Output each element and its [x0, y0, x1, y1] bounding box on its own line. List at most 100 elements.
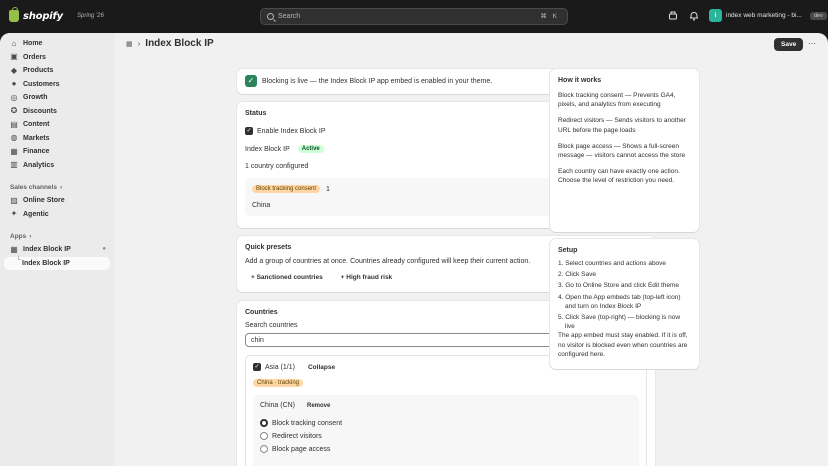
- checkbox-checked-icon: ✓: [245, 127, 253, 135]
- region-checkbox-icon[interactable]: ✓: [253, 363, 261, 371]
- chevron-right-icon: ›: [59, 183, 63, 191]
- sidebar-item-index-block-ip[interactable]: ▦ Index Block IP ●: [0, 243, 114, 257]
- sidebar-item-analytics[interactable]: ▥ Analytics: [0, 159, 114, 173]
- store-name: index web marketing - bi...: [726, 12, 802, 19]
- analytics-icon: ▥: [10, 160, 18, 170]
- sidebar: ⌂ Home ▣ Orders ◆ Products ● Customers ◎ Grow…: [0, 33, 114, 466]
- info-paragraph: Block page access — Shows a full-screen …: [558, 142, 686, 160]
- sanctioned-countries-button[interactable]: + Sanctioned countries: [251, 274, 323, 281]
- apps-heading[interactable]: Apps ›: [0, 229, 114, 243]
- sidebar-item-label: Products: [23, 67, 54, 75]
- action-option-block-page[interactable]: Block page access: [260, 445, 632, 453]
- sidebar-subitem-index-block-ip[interactable]: └ Index Block IP: [4, 256, 110, 270]
- remove-button[interactable]: Remove: [307, 403, 330, 409]
- sidebar-item-products[interactable]: ◆ Products: [0, 64, 114, 78]
- country-row: China (CN) Remove Block tracking consent…: [253, 395, 639, 466]
- radio-icon: [260, 445, 268, 453]
- sidebar-item-label: Orders: [23, 53, 46, 61]
- markets-icon: ◍: [10, 133, 18, 143]
- page-title: Index Block IP: [145, 38, 214, 49]
- sales-channels-heading[interactable]: Sales channels ›: [0, 180, 114, 194]
- collapse-button[interactable]: Collapse: [308, 364, 335, 371]
- store-avatar: i: [709, 9, 722, 22]
- env-badge: dev: [809, 11, 827, 20]
- sidebar-item-label: Online Store: [23, 197, 65, 205]
- option-label: Redirect visitors: [272, 432, 322, 440]
- save-button[interactable]: Save: [774, 38, 804, 51]
- banner-text: Blocking is live — the Index Block IP ap…: [262, 77, 493, 85]
- app-icon: ▦: [10, 244, 18, 254]
- sidebar-item-label: Finance: [23, 148, 50, 156]
- sidebar-item-label: Markets: [23, 134, 50, 142]
- info-paragraph: Redirect visitors — Sends visitors to an…: [558, 117, 686, 134]
- more-actions-icon[interactable]: ⋯: [808, 39, 816, 48]
- sidebar-item-label: Index Block IP: [22, 259, 70, 267]
- sidebar-item-growth[interactable]: ◎ Growth: [0, 91, 114, 105]
- finance-icon: ▦: [10, 146, 18, 156]
- admin-shell: ⌂ Home ▣ Orders ◆ Products ● Customers ◎ Grow…: [0, 33, 828, 466]
- setup-step: 2. Click Save: [558, 271, 596, 279]
- setup-note: The app embed must stay enabled. If it i…: [558, 332, 688, 358]
- sidebar-item-customers[interactable]: ● Customers: [0, 78, 114, 92]
- radio-selected-icon: [260, 419, 268, 427]
- section-label: Sales channels: [10, 183, 57, 191]
- card-title: Setup: [558, 247, 578, 254]
- search-placeholder: Search: [278, 13, 301, 20]
- setup-card: Setup 1. Select countries and actions ab…: [550, 239, 699, 369]
- sidebar-item-label: Home: [23, 40, 43, 48]
- input-value: chin: [251, 336, 264, 344]
- setup-step: 5. Click Save (top-right) — blocking is …: [558, 314, 681, 331]
- top-bar: shopify Spring '26 Search ⌘ K i index we…: [0, 0, 828, 33]
- sidebar-item-markets[interactable]: ◍ Markets: [0, 132, 114, 146]
- edition-label: Spring '26: [77, 13, 104, 19]
- sidebar-item-label: Discounts: [23, 107, 57, 115]
- search-input[interactable]: Search ⌘ K: [260, 8, 568, 25]
- brand-name: shopify: [23, 10, 63, 22]
- checkmark-icon: ✓: [245, 75, 257, 87]
- products-icon: ◆: [10, 65, 18, 75]
- card-title: How it works: [558, 77, 602, 84]
- chevron-right-icon: ›: [29, 232, 32, 240]
- sidebar-item-label: Index Block IP: [23, 246, 71, 254]
- radio-icon: [260, 432, 268, 440]
- sidebar-item-label: Customers: [23, 80, 60, 88]
- option-label: Block tracking consent: [272, 419, 343, 427]
- country-name: China (CN): [260, 402, 296, 409]
- sidebar-item-discounts[interactable]: ✪ Discounts: [0, 105, 114, 119]
- growth-icon: ◎: [10, 92, 18, 102]
- sidebar-item-content[interactable]: ▤ Content: [0, 118, 114, 132]
- main-content: ▦ › Index Block IP Save ⋯ ✓ Blocking is …: [114, 33, 828, 466]
- pin-icon[interactable]: ●: [102, 246, 106, 252]
- sidebar-item-label: Growth: [23, 94, 48, 102]
- info-paragraph: Block tracking consent — Prevents GA4, p…: [558, 92, 676, 109]
- sidebar-item-online-store[interactable]: ▨ Online Store: [0, 194, 114, 208]
- cart-icon[interactable]: [668, 11, 678, 21]
- sidebar-item-label: Agentic: [23, 210, 49, 218]
- section-label: Apps: [10, 232, 27, 240]
- store-switcher[interactable]: i index web marketing - bi... dev: [709, 9, 827, 22]
- sidebar-item-orders[interactable]: ▣ Orders: [0, 51, 114, 65]
- region-badge: China · tracking: [253, 379, 304, 387]
- app-grid-icon[interactable]: ▦: [126, 40, 133, 48]
- sidebar-item-agentic[interactable]: ✦ Agentic: [0, 208, 114, 222]
- sidebar-item-home[interactable]: ⌂ Home: [0, 37, 114, 51]
- action-option-block-tracking[interactable]: Block tracking consent: [260, 419, 632, 427]
- breadcrumb-chevron-icon: ›: [137, 39, 141, 48]
- setup-step: 1. Select countries and actions above: [558, 260, 667, 267]
- high-fraud-risk-button[interactable]: + High fraud risk: [341, 274, 392, 281]
- search-icon: [267, 13, 274, 20]
- region-group: ✓ Asia (1/1) Collapse China · tracking C…: [245, 355, 647, 466]
- page-header: ▦ › Index Block IP: [126, 38, 214, 49]
- region-label: Asia (1/1): [265, 363, 295, 371]
- discounts-icon: ✪: [10, 106, 18, 116]
- action-badge: Block tracking consent: [252, 185, 321, 193]
- notifications-bell-icon[interactable]: [689, 11, 699, 21]
- orders-icon: ▣: [10, 52, 18, 62]
- search-shortcut: ⌘ K: [540, 13, 559, 20]
- shopify-logo[interactable]: shopify Spring '26: [9, 7, 104, 22]
- action-option-redirect[interactable]: Redirect visitors: [260, 432, 632, 440]
- agentic-icon: ✦: [10, 209, 18, 219]
- home-icon: ⌂: [11, 38, 17, 48]
- sidebar-item-finance[interactable]: ▦ Finance: [0, 145, 114, 159]
- sidebar-item-label: Analytics: [23, 161, 55, 169]
